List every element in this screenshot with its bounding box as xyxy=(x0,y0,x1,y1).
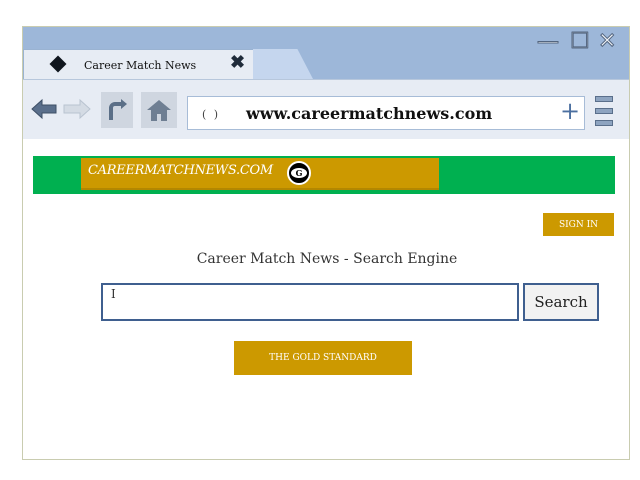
logo-letter: G xyxy=(291,168,307,178)
add-bookmark-icon[interactable]: + xyxy=(560,99,580,123)
browser-window: Career Match News ✖ — ☐ ✕ ( ) www.career… xyxy=(22,26,630,460)
back-button[interactable] xyxy=(31,94,57,124)
search-input[interactable]: I xyxy=(101,283,519,321)
search-button[interactable]: Search xyxy=(523,283,599,321)
url-text[interactable]: www.careermatchnews.com xyxy=(246,104,492,123)
home-icon xyxy=(147,100,171,121)
site-brand: CAREERMATCHNEWS.COM xyxy=(88,163,273,178)
forward-arrow-icon xyxy=(63,98,91,120)
maximize-button[interactable]: ☐ xyxy=(570,30,591,53)
minimize-button[interactable]: — xyxy=(537,30,560,53)
reload-button[interactable] xyxy=(101,92,133,128)
browser-tab[interactable]: Career Match News ✖ xyxy=(23,49,255,81)
menu-icon[interactable] xyxy=(595,96,613,126)
new-tab-button[interactable] xyxy=(253,49,313,79)
back-arrow-icon xyxy=(31,98,57,120)
page-title: Career Match News - Search Engine xyxy=(196,251,458,267)
site-banner[interactable]: CAREERMATCHNEWS.COM G xyxy=(81,158,439,190)
diamond-icon xyxy=(49,55,67,73)
browser-toolbar: ( ) www.careermatchnews.com + xyxy=(23,79,629,139)
menu-bar xyxy=(595,108,613,114)
menu-bar xyxy=(595,96,613,102)
home-button[interactable] xyxy=(141,92,177,128)
reload-icon xyxy=(109,99,127,120)
tab-title: Career Match News xyxy=(84,59,197,72)
close-tab-icon[interactable]: ✖ xyxy=(230,52,245,73)
close-window-button[interactable]: ✕ xyxy=(597,30,616,53)
title-bar: Career Match News ✖ — ☐ ✕ xyxy=(23,27,629,81)
logo-icon: G xyxy=(287,161,311,185)
security-icon: ( ) xyxy=(202,108,221,121)
search-input-value: I xyxy=(111,287,116,301)
address-bar[interactable]: ( ) www.careermatchnews.com + xyxy=(187,96,585,130)
menu-bar xyxy=(595,120,613,126)
sign-in-button[interactable]: SIGN IN xyxy=(543,213,614,236)
gold-standard-button[interactable]: THE GOLD STANDARD xyxy=(234,341,412,375)
forward-button[interactable] xyxy=(63,94,91,124)
